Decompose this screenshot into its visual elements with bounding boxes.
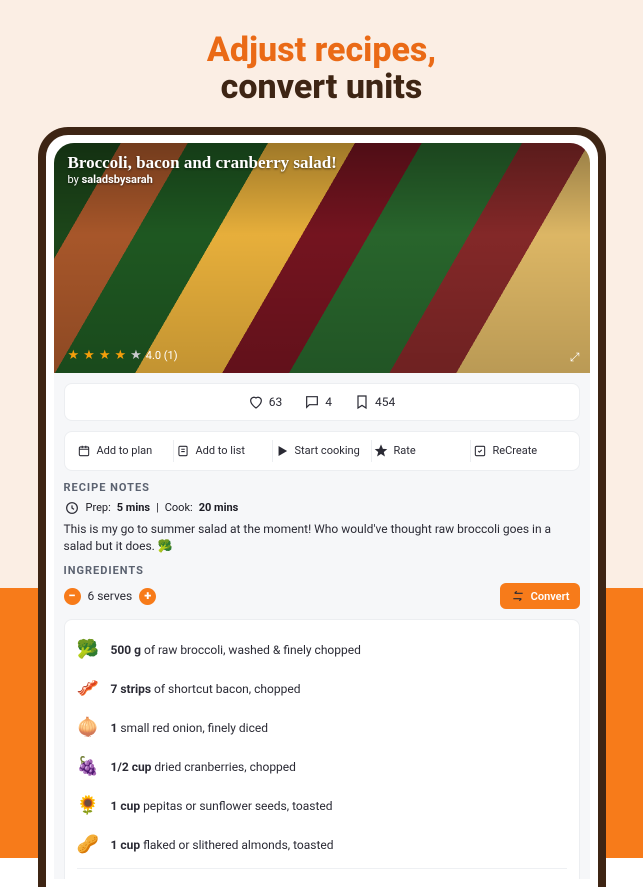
clock-icon (64, 500, 80, 516)
ingredient-icon: 🥜 (77, 834, 99, 855)
serves-label: 6 serves (88, 589, 133, 603)
comment-icon (304, 394, 320, 410)
ingredient-item: 🥦500 g of raw broccoli, washed & finely … (77, 630, 567, 669)
recipe-notes: RECIPE NOTES Prep: 5 mins | Cook: 20 min… (64, 481, 580, 555)
start-cooking-button[interactable]: Start cooking (273, 440, 372, 462)
ingredient-item: 🌻1 cup pepitas or sunflower seeds, toast… (77, 786, 567, 825)
ingredient-icon: 🌻 (77, 795, 99, 816)
ingredients-list: 🥦500 g of raw broccoli, washed & finely … (64, 619, 580, 878)
star-icon: ★ (130, 348, 142, 363)
add-to-plan-button[interactable]: Add to plan (75, 440, 174, 462)
ingredient-icon: 🥦 (77, 639, 99, 660)
expand-icon[interactable]: ⤢ (570, 350, 580, 365)
rate-button[interactable]: Rate (372, 440, 471, 462)
notes-heading: RECIPE NOTES (64, 481, 580, 494)
ingredient-item: 🥜1 cup flaked or slithered almonds, toas… (77, 825, 567, 864)
calendar-icon (77, 444, 91, 458)
rating-text: 4.0 (1) (146, 349, 178, 362)
notes-body: This is my go to summer salad at the mom… (64, 521, 580, 555)
star-icon: ★ (99, 348, 111, 363)
comments-button[interactable]: 4 (304, 394, 332, 410)
decrease-serves-button[interactable]: − (64, 588, 81, 605)
recreate-button[interactable]: ReCreate (471, 440, 569, 462)
app-screen: Broccoli, bacon and cranberry salad! by … (54, 143, 590, 879)
bookmark-icon (354, 394, 370, 410)
star-icon: ★ (114, 348, 126, 363)
device-frame: Broccoli, bacon and cranberry salad! by … (38, 127, 606, 887)
star-icon: ★ (83, 348, 95, 363)
list-icon (176, 444, 190, 458)
convert-button[interactable]: Convert (500, 583, 580, 609)
increase-serves-button[interactable]: + (139, 588, 156, 605)
ingredient-item: 🧅1 small red onion, finely diced (77, 708, 567, 747)
ingredients-section: INGREDIENTS − 6 serves + Convert 🥦500 g … (64, 564, 580, 878)
add-to-list-button[interactable]: Add to list (174, 440, 273, 462)
swap-icon (510, 588, 526, 604)
rating[interactable]: ★ ★ ★ ★ ★ 4.0 (1) (68, 348, 178, 363)
ingredient-item: 🍇1/2 cup dried cranberries, chopped (77, 747, 567, 786)
recipe-title: Broccoli, bacon and cranberry salad! (68, 153, 337, 173)
recreate-icon (473, 444, 487, 458)
like-button[interactable]: 63 (248, 394, 283, 410)
serves-control: − 6 serves + (64, 588, 157, 605)
actions-card: Add to plan Add to list Start cooking Ra… (64, 431, 580, 471)
ingredients-heading: INGREDIENTS (64, 564, 580, 577)
star-icon (374, 444, 388, 458)
star-icon: ★ (68, 348, 80, 363)
recipe-hero: Broccoli, bacon and cranberry salad! by … (54, 143, 590, 373)
headline-l1: Adjust recipes, (0, 32, 643, 69)
headline: Adjust recipes, convert units (0, 0, 643, 107)
heart-icon (248, 394, 264, 410)
headline-l2: convert units (0, 69, 643, 106)
dressing-heading: Dressing (77, 868, 567, 878)
recipe-byline: by saladsbysarah (68, 173, 153, 186)
ingredient-item: 🥓7 strips of shortcut bacon, chopped (77, 669, 567, 708)
play-icon (275, 444, 289, 458)
bookmark-button[interactable]: 454 (354, 394, 395, 410)
ingredient-icon: 🍇 (77, 756, 99, 777)
ingredient-icon: 🥓 (77, 678, 99, 699)
ingredient-icon: 🧅 (77, 717, 99, 738)
social-card: 63 4 454 (64, 383, 580, 421)
